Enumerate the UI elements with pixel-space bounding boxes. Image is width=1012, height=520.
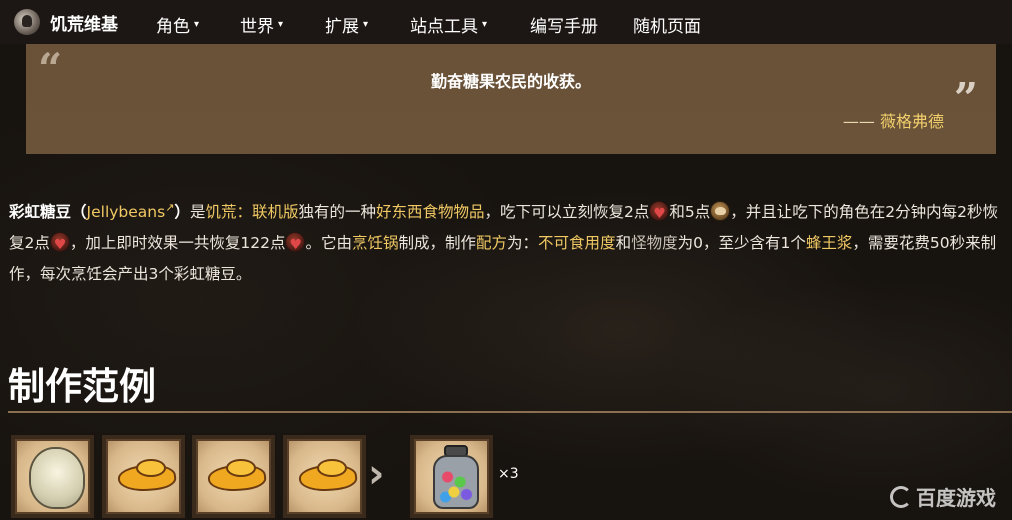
nav-menu-expansions[interactable]: 扩展 ▾ bbox=[325, 12, 368, 37]
top-navbar: 饥荒维基 bbox=[0, 0, 1012, 44]
recipe-arrow-icon: › bbox=[368, 451, 385, 497]
link-recipe[interactable]: 配方 bbox=[476, 234, 507, 252]
slot-background bbox=[287, 439, 362, 514]
quote-author-link[interactable]: 薇格弗德 bbox=[880, 112, 944, 131]
nav-menu-random-page[interactable]: 随机页面 bbox=[633, 12, 701, 37]
result-slot-jellybeans[interactable] bbox=[408, 433, 495, 520]
wilson-logo-icon bbox=[14, 9, 40, 35]
paren-close: ） bbox=[174, 203, 190, 222]
link-dst[interactable]: 饥荒：联机版 bbox=[205, 203, 298, 221]
health-icon bbox=[649, 199, 670, 230]
nav-menu-label: 随机页面 bbox=[633, 17, 701, 37]
text-span: 是 bbox=[189, 203, 206, 222]
text-span: ，加上即时效果一共恢复122点 bbox=[69, 234, 286, 253]
jellybeans-jar-icon bbox=[433, 455, 479, 509]
hunger-icon bbox=[710, 201, 731, 222]
quote-attribution: —— 薇格弗德 bbox=[843, 108, 944, 132]
chevron-down-icon: ▾ bbox=[194, 19, 200, 30]
health-icon bbox=[285, 230, 306, 261]
chevron-down-icon: ▾ bbox=[363, 19, 369, 30]
link-food[interactable]: 食物 bbox=[423, 203, 454, 221]
ingredient-slot-butter[interactable] bbox=[190, 433, 277, 520]
glommers-goop-icon bbox=[31, 449, 83, 507]
text-span: 。它由 bbox=[305, 234, 352, 253]
text-span: ，吃下可以立刻恢复2点 bbox=[484, 203, 650, 222]
ingredient-slot-butter[interactable] bbox=[281, 433, 368, 520]
text-span: 和 bbox=[615, 234, 632, 253]
nav-menu-label: 角色 bbox=[156, 17, 190, 37]
baidu-games-icon bbox=[890, 485, 912, 508]
nav-menu-label: 站点工具 bbox=[410, 17, 478, 37]
text-span: 独有的一种 bbox=[298, 203, 376, 222]
quote-text: 勤奋糖果农民的收获。 bbox=[430, 72, 591, 91]
character-quote-box: “ 勤奋糖果农民的收获。 —— 薇格弗德 ” bbox=[26, 44, 996, 154]
close-quote-icon: ” bbox=[953, 74, 978, 123]
section-heading-recipe-examples: 制作范例 bbox=[8, 365, 156, 408]
nav-menu-label: 扩展 bbox=[325, 17, 359, 37]
nav-menu-label: 世界 bbox=[240, 17, 274, 37]
paren-open: （ bbox=[71, 203, 87, 222]
text-span: 制成，制作 bbox=[398, 234, 477, 253]
site-name: 饥荒维基 bbox=[50, 14, 118, 35]
site-logo[interactable]: 饥荒维基 bbox=[0, 9, 150, 35]
health-icon bbox=[49, 230, 70, 261]
chevron-down-icon: ▾ bbox=[278, 19, 284, 30]
text-span: 为0，至少含有1个 bbox=[677, 234, 806, 253]
butter-highlight bbox=[138, 461, 164, 475]
text-span: 和5点 bbox=[669, 203, 711, 222]
result-count: ×3 bbox=[498, 466, 519, 482]
slot-background bbox=[15, 439, 90, 514]
slot-background bbox=[414, 439, 489, 514]
ingredient-slot-butter[interactable] bbox=[100, 433, 187, 520]
nav-menu-label: 编写手册 bbox=[530, 17, 598, 37]
nav-menu-characters[interactable]: 角色 ▾ bbox=[156, 12, 199, 37]
chevron-down-icon: ▾ bbox=[482, 19, 488, 30]
slot-background bbox=[196, 439, 271, 514]
link-monster-value[interactable]: 怪物度 bbox=[631, 234, 678, 252]
slot-background bbox=[106, 439, 181, 514]
nav-menu-editing-guide[interactable]: 编写手册 bbox=[530, 12, 598, 37]
link-royal-jelly[interactable]: 蜂王浆 bbox=[806, 234, 853, 252]
link-good-stuff[interactable]: 好东西 bbox=[376, 203, 423, 221]
butter-highlight bbox=[228, 461, 254, 475]
link-crock-pot[interactable]: 烹饪锅 bbox=[352, 234, 399, 252]
link-item[interactable]: 物品 bbox=[454, 203, 485, 221]
section-divider bbox=[8, 411, 1012, 413]
english-name-link[interactable]: Jellybeans bbox=[87, 203, 166, 221]
watermark: 百度游戏 bbox=[890, 482, 996, 511]
text-span: 为： bbox=[507, 234, 539, 253]
nav-menu-site-tools[interactable]: 站点工具 ▾ bbox=[410, 12, 487, 37]
watermark-text: 百度游戏 bbox=[916, 486, 996, 510]
butter-highlight bbox=[319, 461, 345, 475]
item-description: 彩虹糖豆（Jellybeans↗）是饥荒：联机版独有的一种好东西食物物品，吃下可… bbox=[9, 192, 999, 290]
ingredient-slot-glommers-goop[interactable] bbox=[9, 433, 96, 520]
nav-menu-world[interactable]: 世界 ▾ bbox=[240, 12, 283, 37]
quote-dash: —— bbox=[842, 112, 880, 131]
item-name: 彩虹糖豆 bbox=[9, 203, 72, 222]
link-inedible-value[interactable]: 不可食用度 bbox=[538, 234, 616, 252]
